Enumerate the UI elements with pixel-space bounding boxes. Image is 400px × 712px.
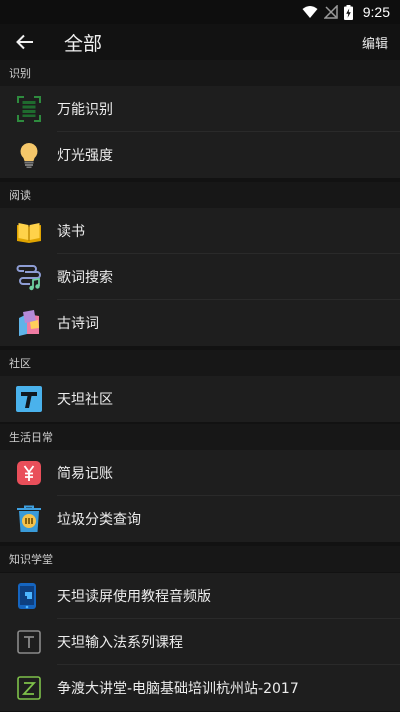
list-item-ancient-poetry[interactable]: 古诗词 <box>0 300 400 346</box>
list-item-garbage-sorting[interactable]: 垃圾分类查询 <box>0 496 400 542</box>
item-label: 古诗词 <box>57 316 99 332</box>
wifi-icon <box>302 6 318 18</box>
section-title: 生活日常 <box>9 431 53 444</box>
scan-icon <box>17 96 41 122</box>
item-label: 歌词搜索 <box>57 270 113 286</box>
status-bar: 9:25 <box>0 0 400 24</box>
item-label: 争渡大讲堂-电脑基础培训杭州站-2017 <box>57 681 299 697</box>
list-item-lyrics-search[interactable]: 歌词搜索 <box>0 254 400 300</box>
list-item-input-method-course[interactable]: 天坦输入法系列课程 <box>0 619 400 665</box>
section-title: 阅读 <box>9 189 31 202</box>
poetry-icon <box>19 310 39 336</box>
phone-tutorial-icon <box>18 583 36 609</box>
trash-icon <box>17 505 41 532</box>
lecture-icon <box>17 676 41 700</box>
no-signal-icon <box>323 5 338 19</box>
item-label: 简易记账 <box>57 466 113 482</box>
list-item-simple-ledger[interactable]: 简易记账 <box>0 450 400 496</box>
section-title: 社区 <box>9 357 31 370</box>
list-item-zhengdu-lecture[interactable]: 争渡大讲堂-电脑基础培训杭州站-2017 <box>0 665 400 711</box>
book-icon <box>17 223 41 243</box>
input-method-icon <box>17 630 41 654</box>
item-label: 天坦输入法系列课程 <box>57 635 183 651</box>
item-label: 读书 <box>57 224 85 240</box>
section-header-knowledge: 知识学堂 <box>0 546 400 572</box>
item-label: 万能识别 <box>57 102 113 118</box>
section-header-daily-life: 生活日常 <box>0 424 400 450</box>
ledger-icon <box>17 461 41 485</box>
edit-button[interactable]: 编辑 <box>362 33 388 52</box>
list-item-tiantan-community[interactable]: 天坦社区 <box>0 376 400 422</box>
arrow-left-icon <box>16 34 33 50</box>
status-icons: 9:25 <box>302 3 390 21</box>
list-item-universal-recognition[interactable]: 万能识别 <box>0 86 400 132</box>
page-title: 全部 <box>64 33 103 55</box>
section-header-reading: 阅读 <box>0 182 400 208</box>
section-title: 识别 <box>9 67 31 80</box>
back-button[interactable] <box>13 30 37 54</box>
item-label: 天坦社区 <box>57 392 113 408</box>
item-label: 垃圾分类查询 <box>57 512 141 528</box>
community-icon <box>16 386 42 412</box>
item-label: 灯光强度 <box>57 148 113 164</box>
list-item-light-intensity[interactable]: 灯光强度 <box>0 132 400 178</box>
item-label: 天坦读屏使用教程音频版 <box>57 589 211 605</box>
battery-charging-icon <box>343 4 353 20</box>
app-bar: 全部 编辑 <box>0 24 400 60</box>
lyrics-icon <box>16 265 41 291</box>
section-header-community: 社区 <box>0 350 400 376</box>
status-time: 9:25 <box>362 4 390 20</box>
bulb-icon <box>20 142 38 168</box>
list-item-reading[interactable]: 读书 <box>0 208 400 254</box>
section-title: 知识学堂 <box>9 553 53 566</box>
section-header-recognition: 识别 <box>0 60 400 86</box>
list-item-screen-reader-tutorial[interactable]: 天坦读屏使用教程音频版 <box>0 573 400 619</box>
